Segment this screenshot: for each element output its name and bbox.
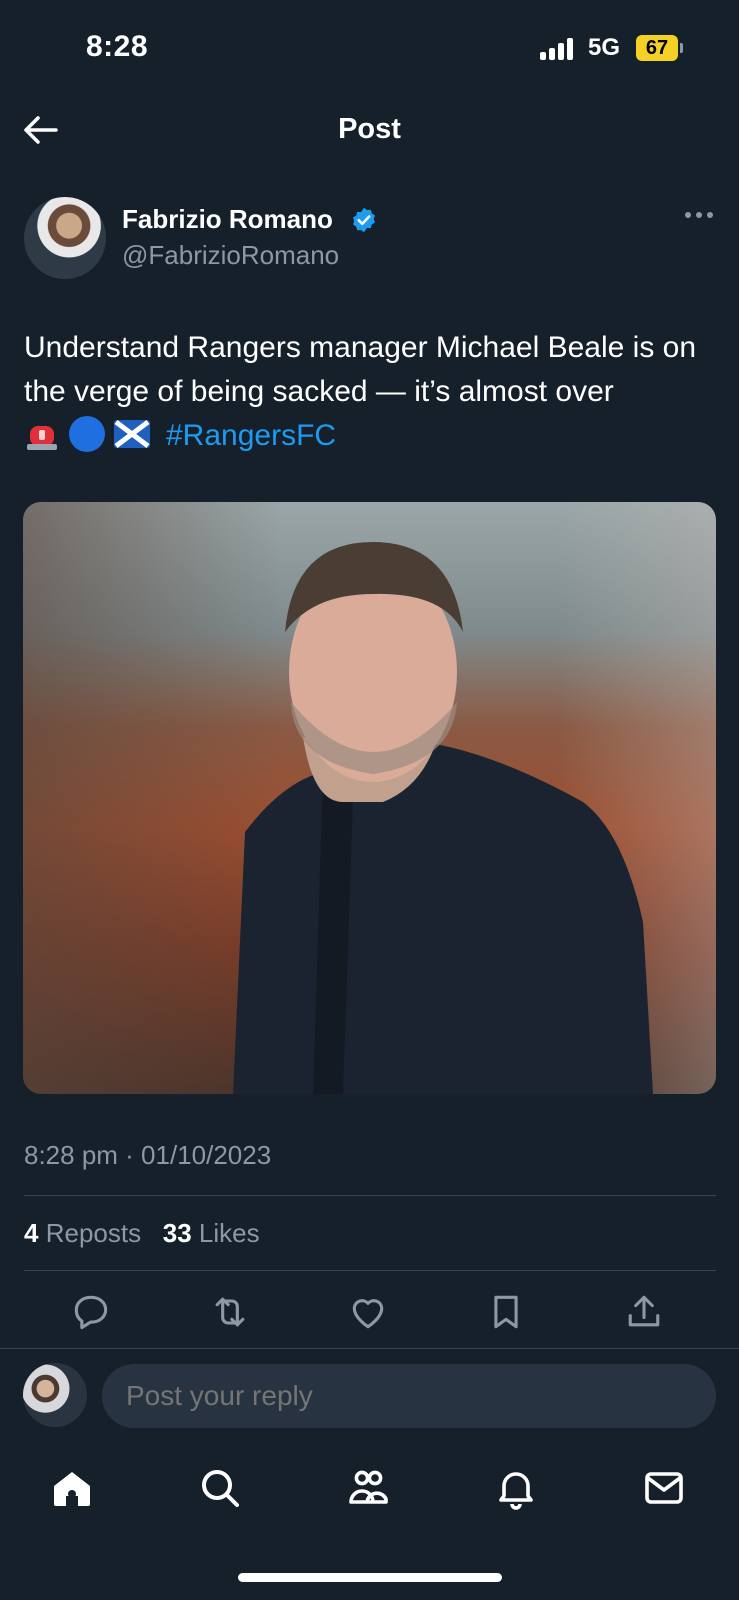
battery-nub (680, 43, 683, 53)
messages-icon[interactable] (640, 1464, 688, 1512)
battery-icon: 67 (636, 35, 678, 61)
reply-icon[interactable] (69, 1290, 113, 1334)
communities-icon[interactable] (344, 1464, 392, 1512)
search-icon[interactable] (196, 1464, 244, 1512)
author-name[interactable]: Fabrizio Romano (122, 204, 333, 235)
more-options-icon[interactable] (684, 208, 714, 220)
likes-label[interactable]: Likes (199, 1218, 260, 1248)
author-handle[interactable]: @FabrizioRomano (122, 240, 339, 271)
siren-icon (24, 416, 60, 457)
repost-icon[interactable] (208, 1290, 252, 1334)
post-stats: 4 Reposts 33 Likes (24, 1218, 260, 1249)
reposts-label[interactable]: Reposts (46, 1218, 141, 1248)
author-avatar[interactable] (24, 197, 106, 279)
user-avatar[interactable] (23, 1363, 87, 1427)
scotland-flag-icon (114, 419, 150, 453)
notifications-icon[interactable] (492, 1464, 540, 1512)
post-text: Understand Rangers manager Michael Beale… (24, 331, 697, 408)
reposts-count[interactable]: 4 (24, 1218, 38, 1248)
reply-divider (0, 1348, 739, 1349)
home-indicator[interactable] (238, 1573, 502, 1582)
post-emoji-row: #RangersFC (24, 414, 336, 458)
page-title: Post (338, 113, 401, 145)
verified-badge-icon (350, 206, 378, 234)
reply-input[interactable] (102, 1364, 716, 1428)
bookmark-icon[interactable] (484, 1290, 528, 1334)
like-icon[interactable] (346, 1290, 390, 1334)
cellular-signal-icon (540, 38, 580, 60)
post-image[interactable] (23, 502, 716, 1094)
network-type: 5G (588, 34, 621, 61)
blue-circle-icon (68, 415, 106, 458)
manager-photo (233, 542, 653, 1094)
divider (24, 1195, 716, 1196)
hashtag-link[interactable]: #RangersFC (166, 419, 336, 453)
post-timestamp: 8:28 pm · 01/10/2023 (24, 1140, 272, 1170)
share-icon[interactable] (622, 1290, 666, 1334)
divider (24, 1270, 716, 1271)
likes-count[interactable]: 33 (163, 1218, 192, 1248)
status-time: 8:28 (86, 30, 149, 63)
home-icon[interactable] (48, 1464, 96, 1512)
